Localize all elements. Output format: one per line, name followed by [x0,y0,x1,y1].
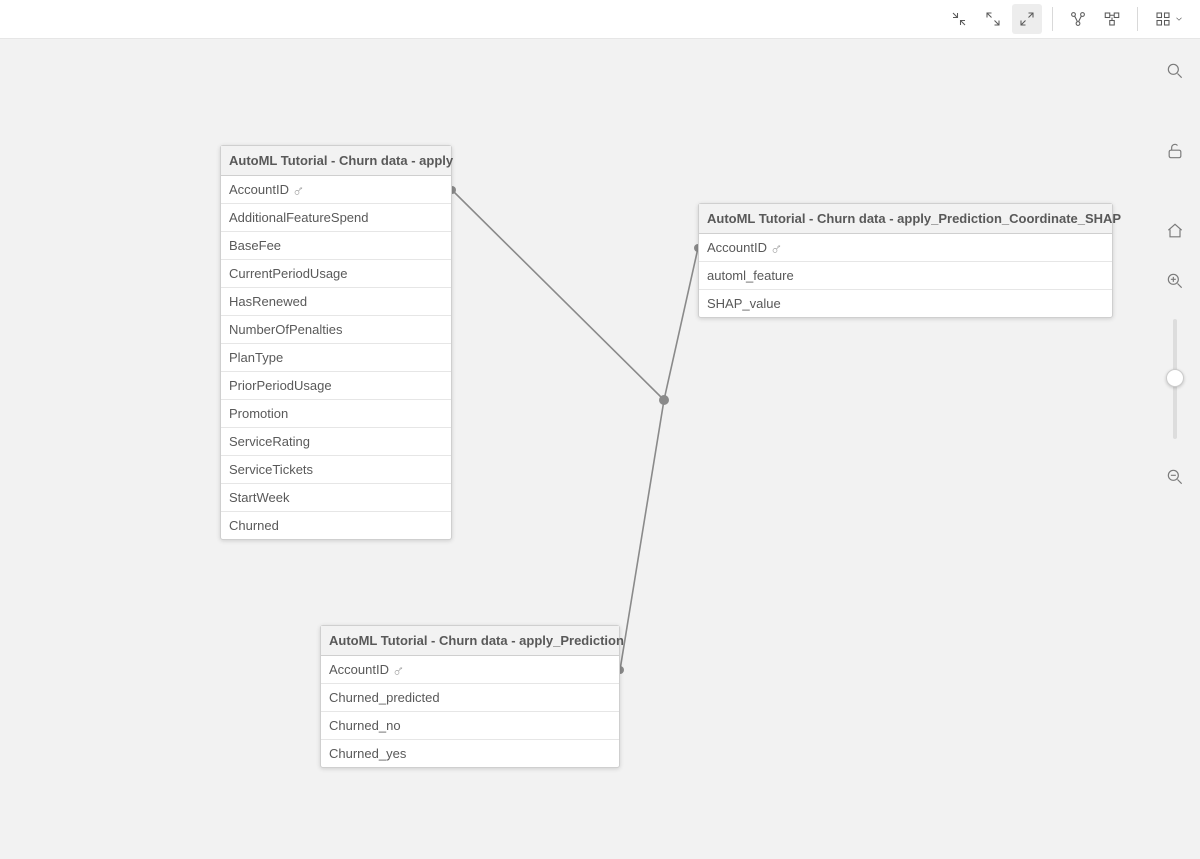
table-row[interactable]: AdditionalFeatureSpend [221,204,451,232]
field-name: SHAP_value [707,296,781,311]
table-header[interactable]: AutoML Tutorial - Churn data - apply [221,146,451,176]
key-icon [289,182,305,197]
table-t2[interactable]: AutoML Tutorial - Churn data - apply_Pre… [320,625,620,768]
field-name: Churned_yes [329,746,406,761]
zoom-out-icon[interactable] [1163,465,1187,489]
table-row[interactable]: PlanType [221,344,451,372]
layout-branch-icon[interactable] [1063,4,1093,34]
field-name: ServiceRating [229,434,310,449]
field-name: Churned_predicted [329,690,440,705]
search-icon[interactable] [1163,59,1187,83]
home-icon[interactable] [1163,219,1187,243]
field-name: Promotion [229,406,288,421]
field-name: Churned_no [329,718,401,733]
table-row[interactable]: AccountID [699,234,1112,262]
field-name: Churned [229,518,279,533]
layout-grid-icon[interactable] [1097,4,1127,34]
table-row[interactable]: PriorPeriodUsage [221,372,451,400]
field-name: StartWeek [229,490,289,505]
table-row[interactable]: HasRenewed [221,288,451,316]
expand-icon[interactable] [1012,4,1042,34]
field-name: HasRenewed [229,294,307,309]
table-row[interactable]: StartWeek [221,484,451,512]
table-t1[interactable]: AutoML Tutorial - Churn data - apply_Pre… [698,203,1113,318]
table-row[interactable]: Churned_yes [321,740,619,767]
field-name: BaseFee [229,238,281,253]
field-name: CurrentPeriodUsage [229,266,348,281]
collapse-outward-icon[interactable] [978,4,1008,34]
table-row[interactable]: ServiceRating [221,428,451,456]
field-name: AccountID [329,662,389,677]
field-name: AccountID [707,240,767,255]
canvas[interactable]: AutoML Tutorial - Churn data - apply Acco… [0,38,1200,859]
toolbar-divider-2 [1137,7,1138,31]
field-name: AccountID [229,182,289,197]
grid-dropdown-icon[interactable] [1148,4,1190,34]
field-name: PriorPeriodUsage [229,378,332,393]
table-header[interactable]: AutoML Tutorial - Churn data - apply_Pre… [321,626,619,656]
table-title: AutoML Tutorial - Churn data - apply_Pre… [329,633,624,648]
top-toolbar [0,0,1200,38]
table-row[interactable]: AccountID [321,656,619,684]
table-row[interactable]: AccountID [221,176,451,204]
table-row[interactable]: BaseFee [221,232,451,260]
table-t0[interactable]: AutoML Tutorial - Churn data - apply Acco… [220,145,452,540]
table-row[interactable]: ServiceTickets [221,456,451,484]
table-row[interactable]: Churned_no [321,712,619,740]
table-row[interactable]: NumberOfPenalties [221,316,451,344]
table-title: AutoML Tutorial - Churn data - apply [229,153,453,168]
field-name: automl_feature [707,268,794,283]
field-name: ServiceTickets [229,462,313,477]
table-row[interactable]: Promotion [221,400,451,428]
zoom-slider-handle[interactable] [1166,369,1184,387]
field-name: NumberOfPenalties [229,322,342,337]
table-row[interactable]: Churned_predicted [321,684,619,712]
unlock-icon[interactable] [1163,139,1187,163]
table-row[interactable]: SHAP_value [699,290,1112,317]
key-icon [389,662,405,677]
table-row[interactable]: Churned [221,512,451,539]
zoom-slider[interactable] [1173,319,1177,439]
table-row[interactable]: CurrentPeriodUsage [221,260,451,288]
table-title: AutoML Tutorial - Churn data - apply_Pre… [707,211,1121,226]
collapse-inward-icon[interactable] [944,4,974,34]
right-tools [1160,59,1190,489]
table-row[interactable]: automl_feature [699,262,1112,290]
zoom-in-icon[interactable] [1163,269,1187,293]
field-name: AdditionalFeatureSpend [229,210,369,225]
field-name: PlanType [229,350,283,365]
table-header[interactable]: AutoML Tutorial - Churn data - apply_Pre… [699,204,1112,234]
toolbar-divider [1052,7,1053,31]
key-icon [767,240,783,255]
